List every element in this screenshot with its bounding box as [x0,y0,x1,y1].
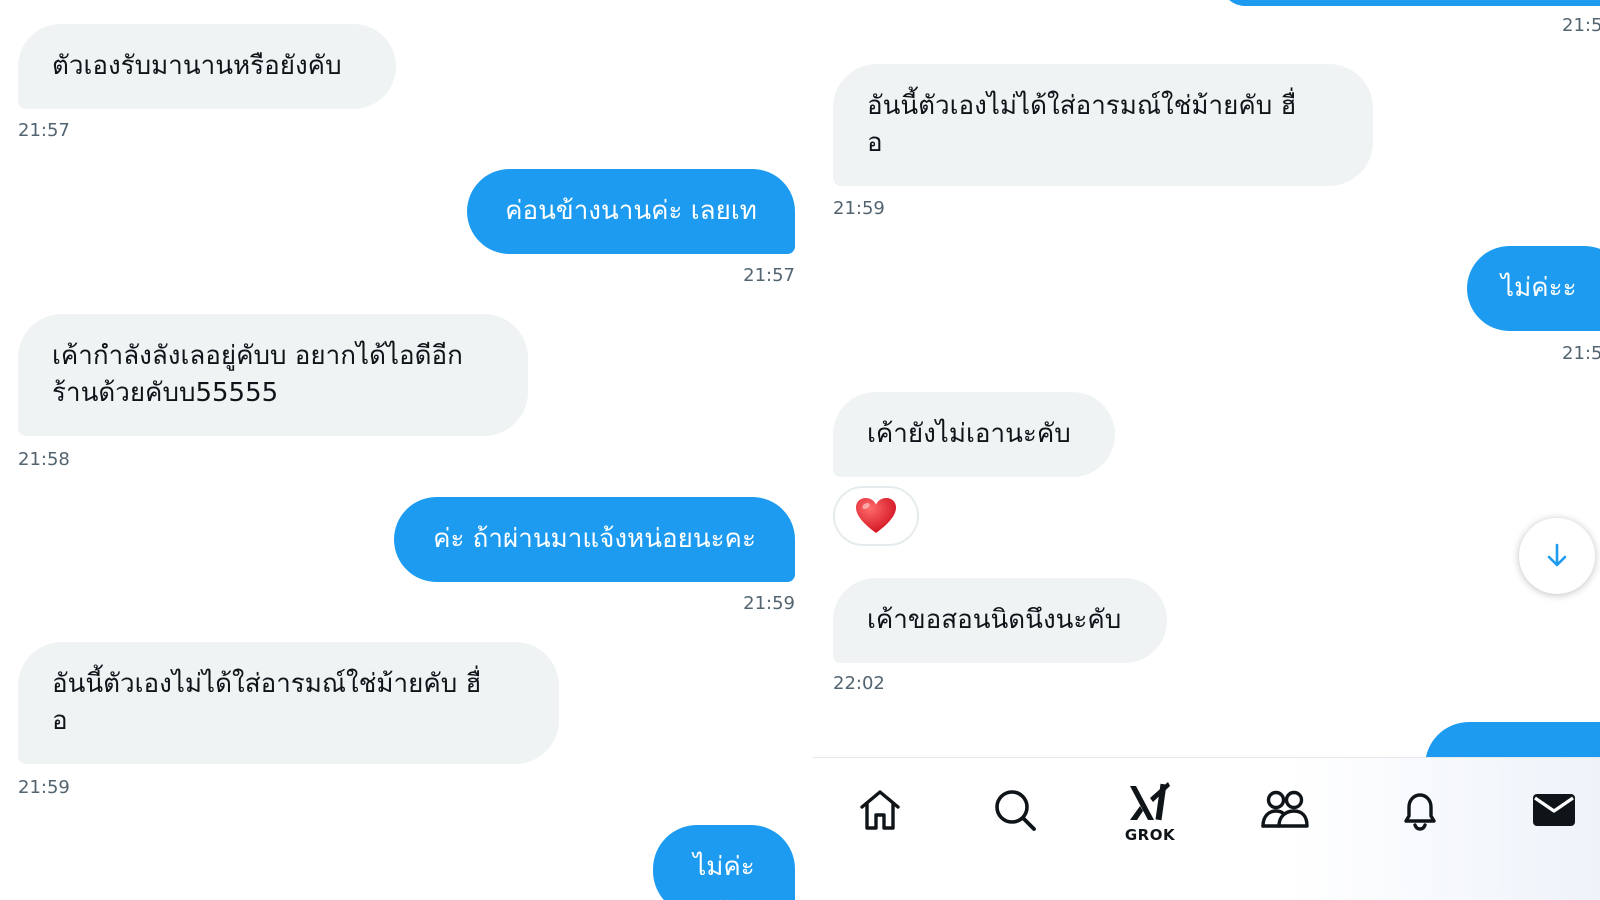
message-bubble-outgoing[interactable]: ค่ะ ถ้าผ่านมาแจ้งหน่อยนะคะ [394,497,795,582]
heart-icon [856,498,896,533]
left-conversation-panel: ตัวเองรับมานานหรือยังคับ 21:57 ค่อนข้างน… [0,0,795,900]
message-bubble-outgoing[interactable]: ไม่ค่ะะ [653,825,795,900]
message-timestamp: 21:58 [18,449,70,470]
right-conversation-panel: 21:5 อันนี้ตัวเองไม่ได้ใส่อารมณ์ใช่ม้ายค… [813,0,1600,900]
message-bubble-incoming[interactable]: เค้ายังไม่เอานะคับ [833,392,1115,477]
message-timestamp: 21:59 [18,777,70,798]
message-bubble-outgoing[interactable]: ค่อนข้างนานค่ะ เลยเท [467,169,795,254]
nav-notifications[interactable] [1385,786,1455,856]
message-bubble-outgoing-partial[interactable] [1221,0,1600,6]
message-timestamp: 21:57 [18,120,70,141]
nav-grok[interactable]: GROK [1115,780,1185,850]
bell-icon [1404,793,1436,831]
message-timestamp: 21:5 [1562,15,1600,36]
message-timestamp: 21:57 [743,265,795,286]
screen: ตัวเองรับมานานหรือยังคับ 21:57 ค่อนข้างน… [0,0,1600,900]
message-bubble-incoming[interactable]: เค้ากำลังลังเลอยู่คับบ อยากได้ไอดีอีก ร้… [18,314,528,436]
message-timestamp: 22:02 [833,673,885,694]
nav-communities[interactable] [1250,786,1320,856]
message-timestamp: 21:59 [743,593,795,614]
people-icon [1261,790,1309,828]
nav-home[interactable] [845,786,915,856]
home-icon [860,790,900,830]
message-bubble-outgoing[interactable]: ไม่ค่ะะ [1467,246,1600,331]
message-bubble-incoming[interactable]: อันนี้ตัวเองไม่ได้ใส่อารมณ์ใช่ม้ายคับ ฮื… [18,642,559,764]
reaction-badge[interactable] [833,486,919,546]
message-timestamp: 21:59 [833,198,885,219]
message-bubble-incoming[interactable]: เค้าขอสอนนิดนึงนะคับ [833,578,1167,663]
grok-label: GROK [1124,826,1176,844]
message-bubble-incoming[interactable]: อันนี้ตัวเองไม่ได้ใส่อารมณ์ใช่ม้ายคับ ฮื… [833,64,1373,186]
nav-search[interactable] [980,786,1050,856]
grok-icon [1130,782,1170,821]
message-timestamp: 21:5 [1562,343,1600,364]
scroll-to-bottom-button[interactable] [1519,518,1595,594]
arrow-down-icon [1547,543,1567,567]
search-icon [995,790,1036,831]
nav-messages[interactable] [1519,786,1589,856]
bottom-navigation-bar: GROK [813,757,1600,900]
message-bubble-incoming[interactable]: ตัวเองรับมานานหรือยังคับ [18,24,396,109]
mail-icon [1533,794,1575,826]
